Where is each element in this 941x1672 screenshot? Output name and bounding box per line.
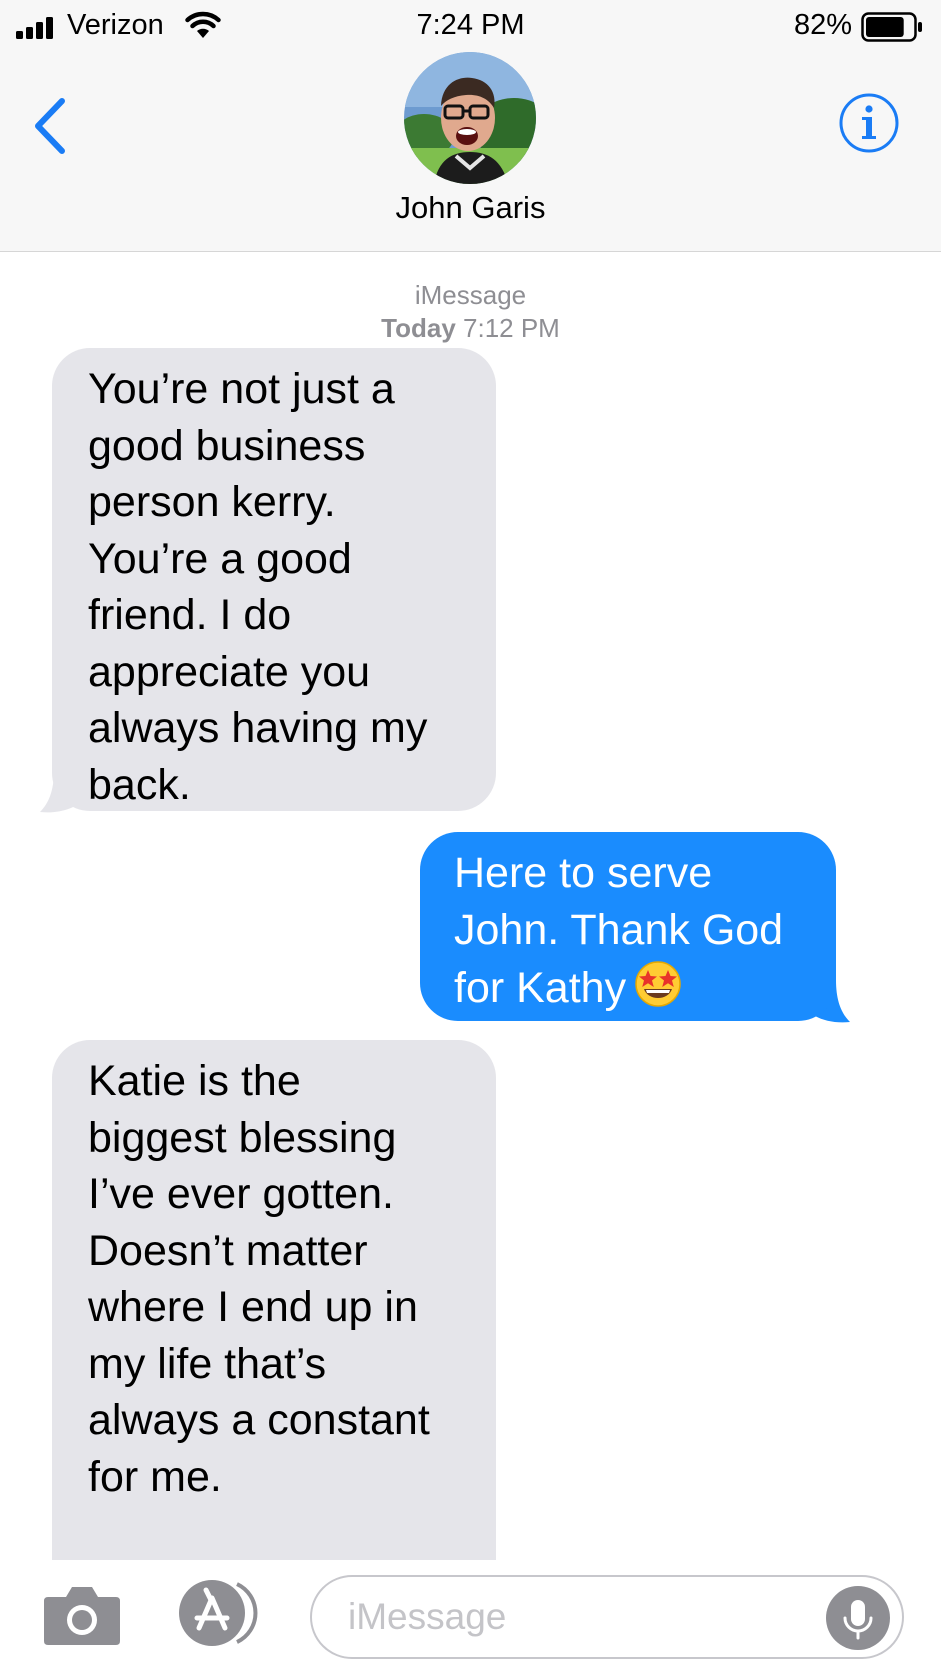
battery-percentage: 82%: [793, 9, 852, 41]
message-line: where I end up in: [88, 1283, 418, 1331]
message-line: my life that’s: [88, 1339, 327, 1388]
message-line: biggest blessing: [88, 1113, 397, 1162]
message-input-field[interactable]: [310, 1575, 904, 1659]
message-line: always a constant: [88, 1396, 430, 1444]
message-input[interactable]: [348, 1591, 788, 1643]
battery-icon: [861, 12, 922, 42]
timestamp-time: 7:12 PM: [463, 313, 560, 343]
camera-button[interactable]: [42, 1583, 122, 1647]
avatar-photo: [404, 52, 536, 184]
contact-name[interactable]: John Garis: [0, 190, 941, 226]
contact-avatar[interactable]: [404, 52, 536, 184]
app-store-icon: [179, 1580, 258, 1646]
outgoing-message-bubble[interactable]: Here to serve John. Thank God for Kathy: [420, 832, 836, 1021]
status-bar: Verizon 7:24 PM 82%: [0, 0, 941, 54]
message-line: Here to serve: [454, 849, 713, 897]
info-button[interactable]: [838, 92, 900, 154]
message-line: good business: [88, 421, 366, 470]
message-line-with-emoji: for Kathy: [454, 958, 806, 1017]
message-line: person kerry.: [88, 478, 336, 526]
message-line: friend. I do: [88, 591, 292, 639]
message-line: Katie is the: [88, 1057, 301, 1105]
back-button[interactable]: [28, 93, 74, 159]
message-line: You’re a good: [88, 534, 352, 583]
camera-icon: [44, 1587, 120, 1645]
chevron-left-icon: [35, 98, 65, 154]
microphone-icon: [843, 1600, 873, 1640]
incoming-message-bubble[interactable]: Katie is the biggest blessing I’ve ever …: [52, 1040, 496, 1560]
microphone-button[interactable]: [826, 1586, 890, 1650]
message-line: I’ve ever gotten.: [88, 1170, 394, 1218]
message-line: for me.: [88, 1452, 222, 1501]
conversation-timestamp: Today 7:12 PM: [0, 313, 941, 344]
message-line: back.: [88, 760, 191, 809]
message-line: for Kathy: [454, 964, 627, 1012]
message-line: John. Thank God: [454, 905, 784, 954]
info-icon: [839, 93, 899, 153]
timestamp-day: Today: [381, 313, 456, 343]
message-line: You’re not just a: [88, 365, 395, 413]
app-store-button[interactable]: [175, 1578, 269, 1648]
star-struck-emoji-icon: [635, 961, 681, 1007]
message-line: Doesn’t matter: [88, 1226, 368, 1275]
service-label: iMessage: [414, 280, 527, 310]
conversation-header: Verizon 7:24 PM 82% John Garis: [0, 0, 941, 252]
message-line: always having my: [88, 704, 428, 752]
incoming-message-bubble[interactable]: You’re not just a good business person k…: [52, 348, 496, 811]
message-line: appreciate you: [88, 647, 371, 696]
